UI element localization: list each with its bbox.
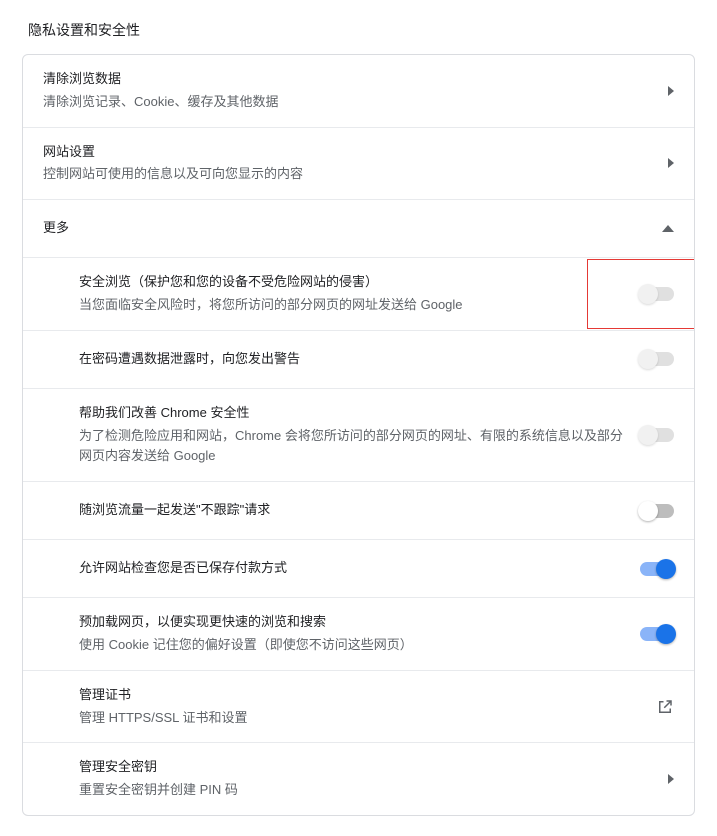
row-subtitle: 为了检测危险应用和网站，Chrome 会将您所访问的部分网页的网址、有限的系统信… bbox=[79, 426, 624, 468]
toggle-payment-check[interactable] bbox=[640, 562, 674, 576]
row-title: 在密码遭遇数据泄露时，向您发出警告 bbox=[79, 349, 624, 370]
row-subtitle: 管理 HTTPS/SSL 证书和设置 bbox=[79, 708, 640, 729]
chevron-up-icon bbox=[662, 225, 674, 232]
privacy-card: 清除浏览数据 清除浏览记录、Cookie、缓存及其他数据 网站设置 控制网站可使… bbox=[22, 54, 695, 816]
chevron-right-icon bbox=[668, 86, 674, 96]
row-do-not-track[interactable]: 随浏览流量一起发送"不跟踪"请求 bbox=[23, 482, 694, 540]
row-title: 预加载网页，以便实现更快速的浏览和搜索 bbox=[79, 612, 624, 633]
chevron-right-icon bbox=[668, 158, 674, 168]
row-subtitle: 控制网站可使用的信息以及可向您显示的内容 bbox=[43, 164, 652, 185]
chevron-right-icon bbox=[668, 774, 674, 784]
toggle-help-improve[interactable] bbox=[640, 428, 674, 442]
row-clear-browsing-data[interactable]: 清除浏览数据 清除浏览记录、Cookie、缓存及其他数据 bbox=[23, 55, 694, 128]
row-title: 帮助我们改善 Chrome 安全性 bbox=[79, 403, 624, 424]
row-title: 允许网站检查您是否已保存付款方式 bbox=[79, 558, 624, 579]
row-more-expander[interactable]: 更多 bbox=[23, 200, 694, 258]
row-title: 管理安全密钥 bbox=[79, 757, 652, 778]
toggle-preload[interactable] bbox=[640, 627, 674, 641]
external-link-icon bbox=[656, 698, 674, 716]
row-subtitle: 当您面临安全风险时，将您所访问的部分网页的网址发送给 Google bbox=[79, 295, 624, 316]
toggle-password-leak[interactable] bbox=[640, 352, 674, 366]
toggle-do-not-track[interactable] bbox=[640, 504, 674, 518]
row-subtitle: 重置安全密钥并创建 PIN 码 bbox=[79, 780, 652, 801]
row-title: 清除浏览数据 bbox=[43, 69, 652, 90]
row-title: 安全浏览（保护您和您的设备不受危险网站的侵害） bbox=[79, 272, 624, 293]
row-title: 管理证书 bbox=[79, 685, 640, 706]
row-site-settings[interactable]: 网站设置 控制网站可使用的信息以及可向您显示的内容 bbox=[23, 128, 694, 201]
row-manage-certs[interactable]: 管理证书管理 HTTPS/SSL 证书和设置 bbox=[23, 671, 694, 744]
row-title: 网站设置 bbox=[43, 142, 652, 163]
row-preload[interactable]: 预加载网页，以便实现更快速的浏览和搜索使用 Cookie 记住您的偏好设置（即使… bbox=[23, 598, 694, 671]
row-payment-check[interactable]: 允许网站检查您是否已保存付款方式 bbox=[23, 540, 694, 598]
toggle-safe-browsing[interactable] bbox=[640, 287, 674, 301]
row-title: 随浏览流量一起发送"不跟踪"请求 bbox=[79, 500, 624, 521]
more-label: 更多 bbox=[43, 218, 646, 239]
row-password-leak[interactable]: 在密码遭遇数据泄露时，向您发出警告 bbox=[23, 331, 694, 389]
row-safe-browsing[interactable]: 安全浏览（保护您和您的设备不受危险网站的侵害）当您面临安全风险时，将您所访问的部… bbox=[23, 258, 694, 331]
row-help-improve[interactable]: 帮助我们改善 Chrome 安全性为了检测危险应用和网站，Chrome 会将您所… bbox=[23, 389, 694, 482]
row-subtitle: 清除浏览记录、Cookie、缓存及其他数据 bbox=[43, 92, 652, 113]
row-subtitle: 使用 Cookie 记住您的偏好设置（即使您不访问这些网页） bbox=[79, 635, 624, 656]
page-title: 隐私设置和安全性 bbox=[0, 0, 717, 54]
row-security-keys[interactable]: 管理安全密钥重置安全密钥并创建 PIN 码 bbox=[23, 743, 694, 815]
